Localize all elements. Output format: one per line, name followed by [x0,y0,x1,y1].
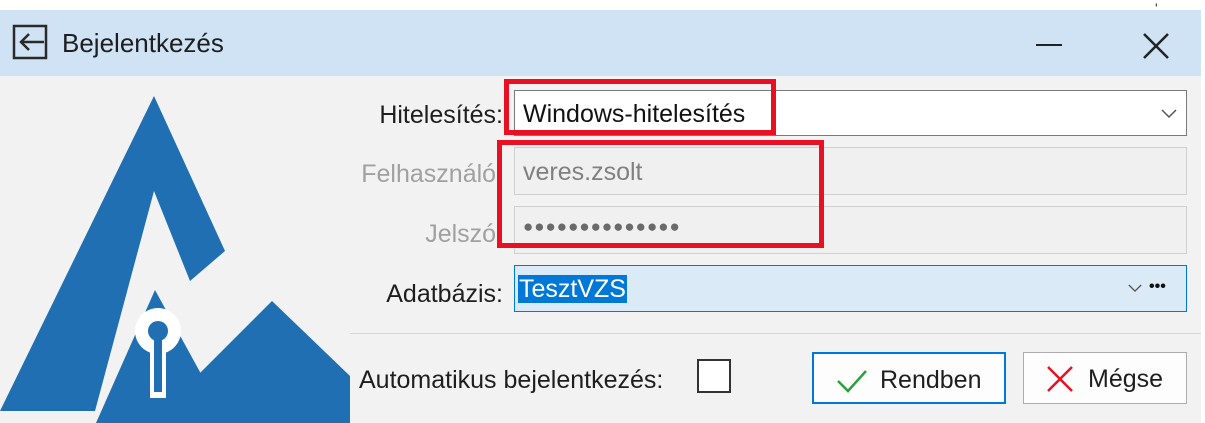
database-selected-text: TesztVZS [518,275,627,303]
app-logo [0,96,350,423]
cancel-button[interactable]: Mégse [1023,352,1187,404]
database-more-button[interactable]: ••• [1149,278,1166,296]
chevron-down-icon [1161,109,1177,119]
auth-select[interactable]: Windows-hitelesítés [514,90,1187,136]
cancel-button-label: Mégse [1088,365,1164,393]
check-icon [837,370,867,393]
user-field-value: veres.zsolt [523,158,643,186]
close-icon[interactable] [1136,26,1176,66]
password-field-value: ●●●●●●●●●●●●●● [523,217,681,236]
ok-button[interactable]: Rendben [812,352,1006,404]
database-select-value: TesztVZS [518,275,627,304]
edge-mark: ' [1155,0,1158,16]
auth-select-value: Windows-hitelesítés [523,100,746,128]
window-title: Bejelentkezés [62,28,224,58]
autologin-label: Automatikus bejelentkezés: [359,366,664,394]
ok-button-label: Rendben [880,366,982,394]
close-icon [1047,366,1073,392]
auth-label: Hitelesítés: [379,101,503,129]
minimize-button[interactable] [1026,14,1076,70]
chevron-down-icon[interactable] [1128,284,1142,293]
autologin-checkbox[interactable] [697,359,731,393]
user-label: Felhasználó: [361,160,503,188]
database-select[interactable]: TesztVZS ••• [514,265,1187,312]
password-label: Jelszó: [425,220,503,248]
divider [350,333,1201,334]
user-field[interactable]: veres.zsolt [514,147,1187,195]
database-label: Adatbázis: [386,280,503,308]
login-arrow-icon [12,24,48,60]
password-field[interactable]: ●●●●●●●●●●●●●● [514,206,1187,254]
